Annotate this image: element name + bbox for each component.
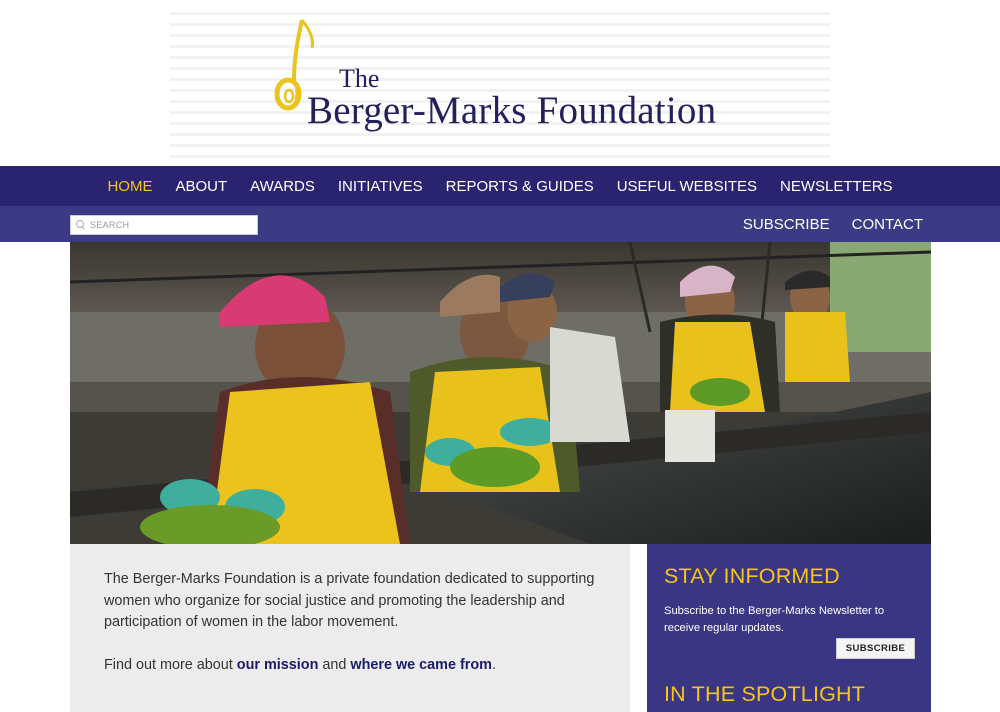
contact-link[interactable]: CONTACT (852, 216, 923, 233)
nav-item-about[interactable]: ABOUT (175, 178, 227, 195)
period-text: . (491, 656, 496, 673)
banana-workers-illustration (70, 242, 931, 544)
nav-item-awards[interactable]: AWARDS (250, 178, 315, 195)
stay-informed-text: Subscribe to the Berger-Marks Newsletter… (664, 605, 885, 634)
site-logo[interactable]: The Berger-Marks Foundation (272, 18, 772, 132)
search-icon (76, 220, 86, 230)
subscribe-button[interactable]: SUBSCRIBE (836, 638, 915, 659)
nav-item-newsletters[interactable]: NEWSLETTERS (780, 178, 893, 195)
nav-item-initiatives[interactable]: INITIATIVES (338, 178, 423, 195)
secondary-navigation: SUBSCRIBE CONTACT (0, 206, 1000, 242)
subscribe-link[interactable]: SUBSCRIBE (743, 216, 830, 233)
intro-panel: The Berger-Marks Foundation is a private… (70, 544, 630, 712)
search-box[interactable] (70, 215, 258, 235)
utility-links: SUBSCRIBE CONTACT (721, 206, 923, 242)
sidebar: STAY INFORMED Subscribe to the Berger-Ma… (647, 544, 931, 712)
nav-item-reports-guides[interactable]: REPORTS & GUIDES (446, 178, 594, 195)
main-navigation: HOME ABOUT AWARDS INITIATIVES REPORTS & … (0, 166, 1000, 206)
nav-item-home[interactable]: HOME (107, 178, 152, 195)
stay-informed-heading: STAY INFORMED (664, 564, 840, 588)
site-header: The Berger-Marks Foundation (0, 0, 1000, 166)
nav-item-useful-websites[interactable]: USEFUL WEBSITES (617, 178, 757, 195)
find-out-more: Find out more about our mission and wher… (104, 655, 608, 677)
find-prefix: Find out more about (104, 656, 237, 673)
logo-name: Berger-Marks Foundation (307, 89, 717, 132)
and-text: and (318, 656, 351, 673)
search-input[interactable] (90, 220, 250, 230)
mission-link[interactable]: our mission (237, 657, 319, 673)
intro-paragraph: The Berger-Marks Foundation is a private… (104, 571, 595, 630)
hero-photo (70, 242, 931, 544)
spotlight-heading: IN THE SPOTLIGHT (664, 682, 866, 706)
history-link[interactable]: where we came from (350, 657, 492, 673)
